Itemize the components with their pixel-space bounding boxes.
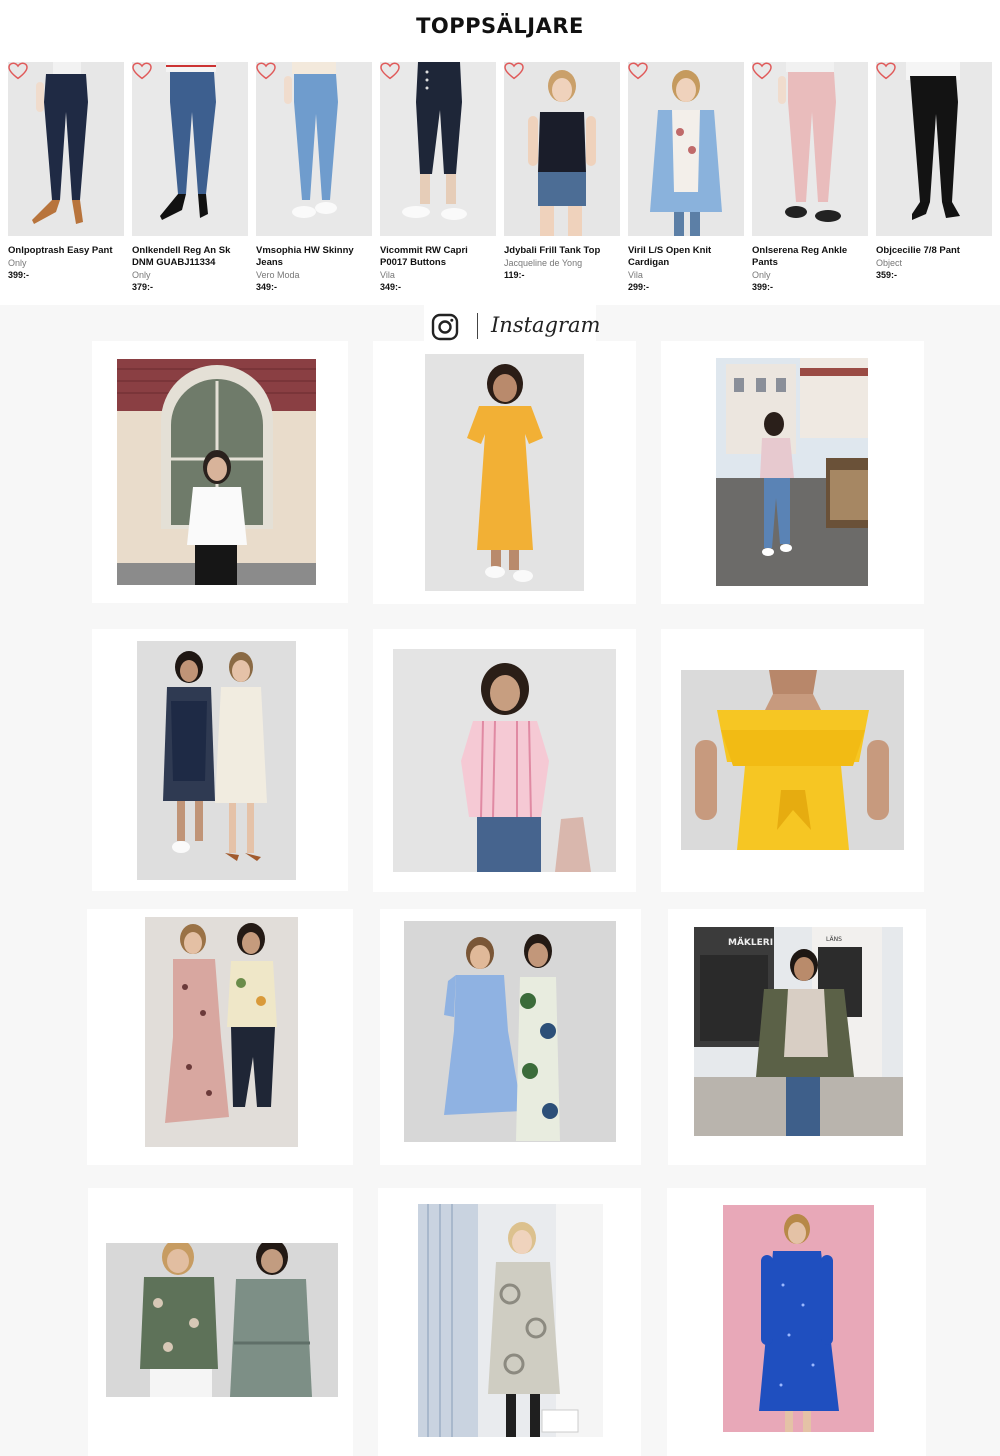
product-brand: Only xyxy=(752,270,771,280)
product-carousel: Onlpoptrash Easy Pant Only 399:- Onlkend… xyxy=(8,62,1000,302)
instagram-post[interactable] xyxy=(661,341,924,604)
post-image xyxy=(425,354,584,591)
product-card[interactable]: Onlpoptrash Easy Pant Only 399:- xyxy=(8,62,124,300)
heart-icon[interactable] xyxy=(504,62,524,80)
product-image[interactable] xyxy=(380,62,496,236)
product-image[interactable] xyxy=(8,62,124,236)
product-card[interactable]: Onlkendell Reg An Sk DNM GUABJ11334 Only… xyxy=(132,62,248,300)
post-image: MÄKLERI LÄNS xyxy=(694,927,903,1136)
product-name[interactable]: Jdybali Frill Tank Top xyxy=(504,245,600,256)
product-name[interactable]: Onlkendell Reg An Sk DNM GUABJ11334 xyxy=(132,245,230,268)
heart-icon[interactable] xyxy=(8,62,28,80)
top-sellers-section: TOPPSÄLJARE Onlpoptrash Easy Pant Only 3… xyxy=(0,0,1000,305)
product-price: 299:- xyxy=(628,282,650,292)
product-card[interactable]: Vmsophia HW Skinny Jeans Vero Moda 349:- xyxy=(256,62,372,300)
instagram-post[interactable] xyxy=(92,629,348,891)
product-price: 119:- xyxy=(504,270,525,280)
instagram-post[interactable] xyxy=(380,909,641,1165)
product-name[interactable]: Onlpoptrash Easy Pant xyxy=(8,245,113,256)
shop-sign: MÄKLERI xyxy=(728,937,773,948)
product-price: 359:- xyxy=(876,270,898,280)
product-brand: Vila xyxy=(628,270,643,280)
product-brand: Jacqueline de Yong xyxy=(504,258,583,268)
product-image[interactable] xyxy=(876,62,992,236)
product-price: 349:- xyxy=(380,282,402,292)
product-brand: Only xyxy=(132,270,151,280)
instagram-post[interactable]: MÄKLERI LÄNS xyxy=(668,909,926,1165)
instagram-icon xyxy=(431,313,459,341)
product-image[interactable] xyxy=(752,62,868,236)
product-name[interactable]: Vmsophia HW Skinny Jeans xyxy=(256,245,354,268)
post-image xyxy=(137,641,296,880)
product-price: 399:- xyxy=(752,282,774,292)
product-brand: Object xyxy=(876,258,903,268)
product-name[interactable]: Onlserena Reg Ankle Pants xyxy=(752,245,847,268)
product-price: 379:- xyxy=(132,282,154,292)
instagram-post[interactable] xyxy=(373,629,636,892)
instagram-post[interactable] xyxy=(378,1188,641,1456)
heart-icon[interactable] xyxy=(256,62,276,80)
post-image xyxy=(106,1243,338,1397)
heart-icon[interactable] xyxy=(628,62,648,80)
product-image[interactable] xyxy=(504,62,620,236)
post-image xyxy=(117,359,316,585)
post-image xyxy=(723,1205,874,1432)
product-card[interactable]: Onlserena Reg Ankle Pants Only 399:- xyxy=(752,62,868,300)
post-image xyxy=(716,358,868,586)
product-brand: Vila xyxy=(380,270,395,280)
post-image xyxy=(393,649,616,872)
heart-icon[interactable] xyxy=(380,62,400,80)
product-image[interactable] xyxy=(628,62,744,236)
product-name[interactable]: Vicommit RW Capri P0017 Buttons xyxy=(380,245,468,268)
post-image xyxy=(418,1204,603,1437)
product-brand: Vero Moda xyxy=(256,270,300,280)
product-image[interactable] xyxy=(132,62,248,236)
product-price: 349:- xyxy=(256,282,278,292)
product-card[interactable]: Jdybali Frill Tank Top Jacqueline de Yon… xyxy=(504,62,620,300)
heart-icon[interactable] xyxy=(752,62,772,80)
instagram-label: Instagram xyxy=(491,313,601,337)
instagram-post[interactable] xyxy=(87,909,353,1165)
product-card[interactable]: Viril L/S Open Knit Cardigan Vila 299:- xyxy=(628,62,744,300)
product-card[interactable]: Objcecilie 7/8 Pant Object 359:- xyxy=(876,62,992,300)
instagram-post[interactable] xyxy=(92,341,348,603)
shop-sign: LÄNS xyxy=(826,936,842,943)
instagram-post[interactable] xyxy=(88,1188,353,1456)
heart-icon[interactable] xyxy=(132,62,152,80)
section-title: TOPPSÄLJARE xyxy=(416,14,584,38)
product-price: 399:- xyxy=(8,270,30,280)
product-name[interactable]: Viril L/S Open Knit Cardigan xyxy=(628,245,711,268)
instagram-section: Instagram MÄKLERI LÄNS xyxy=(0,305,1000,1456)
instagram-post[interactable] xyxy=(661,629,924,892)
heart-icon[interactable] xyxy=(876,62,896,80)
product-brand: Only xyxy=(8,258,27,268)
post-image xyxy=(681,670,904,850)
product-card[interactable]: Vicommit RW Capri P0017 Buttons Vila 349… xyxy=(380,62,496,300)
product-image[interactable] xyxy=(256,62,372,236)
product-name[interactable]: Objcecilie 7/8 Pant xyxy=(876,245,960,256)
divider xyxy=(477,313,478,339)
instagram-post[interactable] xyxy=(667,1188,926,1456)
instagram-post[interactable] xyxy=(373,341,636,604)
post-image xyxy=(404,921,616,1142)
post-image xyxy=(145,917,298,1147)
